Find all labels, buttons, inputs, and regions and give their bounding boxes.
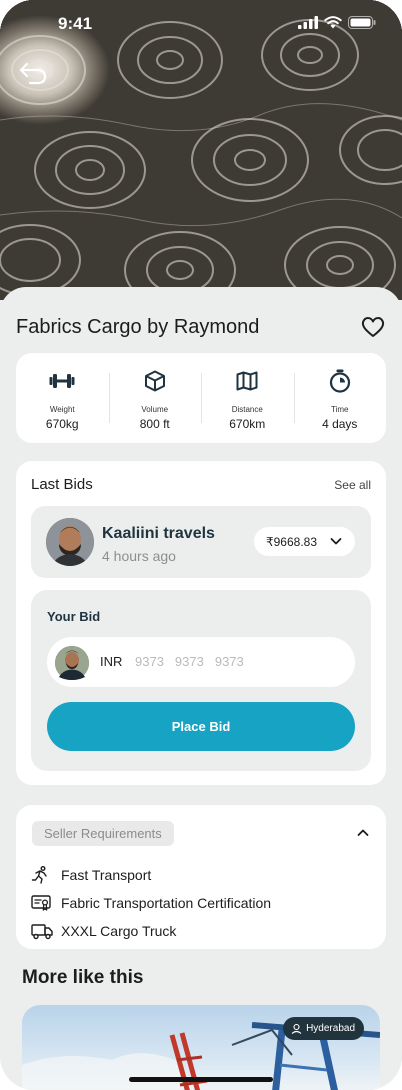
bidder-name: Kaaliini travels — [102, 525, 215, 542]
map-icon — [236, 371, 258, 391]
requirement-item: Fast Transport — [31, 861, 271, 889]
running-person-icon — [31, 866, 47, 884]
spec-label: Weight — [49, 405, 75, 414]
details-sheet: Fabrics Cargo by Raymond Weight 670kg Vo… — [0, 287, 402, 1090]
bid-amount: ₹9668.83 — [266, 534, 318, 549]
requirement-item: Fabric Transportation Certification — [31, 889, 271, 917]
see-all-link[interactable]: See all — [334, 478, 371, 492]
location-badge: Hyderabad — [283, 1017, 364, 1040]
last-bids-title: Last Bids — [31, 476, 93, 493]
spec-weight: Weight 670kg — [16, 353, 109, 443]
requirement-label: XXXL Cargo Truck — [61, 923, 177, 939]
spec-value: 4 days — [322, 417, 358, 431]
requirements-list: Fast Transport Fabric Transportation Cer… — [31, 861, 271, 945]
more-like-this-title: More like this — [22, 967, 144, 988]
spec-label: Volume — [141, 405, 169, 414]
bid-placeholder: 9373 — [214, 654, 244, 669]
stopwatch-icon — [329, 369, 350, 393]
bidder-photo — [46, 518, 94, 566]
home-indicator[interactable] — [129, 1077, 273, 1082]
spec-label: Distance — [231, 405, 263, 414]
seller-requirements-card: Seller Requirements Fast Transport Fabri… — [16, 805, 386, 949]
back-button[interactable] — [18, 60, 48, 86]
truck-icon — [31, 924, 53, 940]
title-row: Fabrics Cargo by Raymond — [16, 314, 386, 344]
requirement-label: Fabric Transportation Certification — [61, 895, 272, 911]
avatar — [46, 518, 94, 566]
your-bid-title: Your Bid — [47, 609, 101, 624]
back-arrow-icon — [19, 62, 47, 85]
spec-value: 670km — [229, 417, 266, 431]
bid-amount-dropdown[interactable]: ₹9668.83 — [254, 527, 355, 556]
user-photo — [55, 646, 89, 680]
location-label: Hyderabad — [306, 1023, 355, 1034]
status-time: 9:41 — [58, 14, 93, 33]
last-bids-card: Last Bids See all Kaaliini travels 4 hou… — [16, 461, 386, 785]
cellular-signal-icon — [298, 16, 318, 29]
status-bar: 9:41 — [0, 12, 402, 36]
spec-value: 800 ft — [139, 417, 170, 431]
hero-image: 9:41 — [0, 0, 402, 300]
bid-placeholder-values: 9373 9373 9373 — [135, 654, 244, 669]
bid-amount-input[interactable]: INR 9373 9373 9373 — [47, 637, 355, 687]
location-pin-icon — [291, 1023, 302, 1034]
wifi-icon — [324, 16, 342, 29]
heart-icon[interactable] — [360, 314, 386, 340]
last-bids-header: Last Bids See all — [31, 476, 371, 494]
certificate-icon — [31, 895, 51, 911]
phone-screen: 9:41 Fabrics Cargo by Raymond Weight 670… — [0, 0, 402, 1090]
status-icons — [298, 16, 376, 29]
dumbbell-icon — [49, 374, 75, 388]
specs-card: Weight 670kg Volume 800 ft Distance 670k… — [16, 353, 386, 443]
cube-icon — [144, 370, 165, 392]
avatar — [55, 646, 89, 680]
requirement-label: Fast Transport — [61, 867, 152, 883]
battery-icon — [348, 16, 376, 29]
requirement-item: XXXL Cargo Truck — [31, 917, 271, 945]
bid-time: 4 hours ago — [102, 548, 176, 564]
spec-distance: Distance 670km — [201, 353, 294, 443]
chevron-up-icon[interactable] — [356, 827, 370, 839]
place-bid-button[interactable]: Place Bid — [47, 702, 355, 751]
seller-requirements-title: Seller Requirements — [32, 821, 174, 846]
top-bid-row[interactable]: Kaaliini travels 4 hours ago ₹9668.83 — [31, 506, 371, 578]
currency-label: INR — [100, 654, 123, 669]
spec-label: Time — [331, 405, 349, 414]
spec-volume: Volume 800 ft — [108, 353, 202, 443]
bid-placeholder: 9373 — [135, 654, 164, 669]
fabric-rolls-graphic — [0, 19, 402, 300]
bid-placeholder: 9373 — [174, 654, 204, 669]
spec-value: 670kg — [45, 417, 79, 431]
product-title: Fabrics Cargo by Raymond — [16, 316, 260, 338]
chevron-down-icon — [330, 538, 342, 545]
your-bid-panel: Your Bid INR 9373 9373 9373 Place Bid — [31, 590, 371, 771]
spec-time: Time 4 days — [293, 353, 387, 443]
